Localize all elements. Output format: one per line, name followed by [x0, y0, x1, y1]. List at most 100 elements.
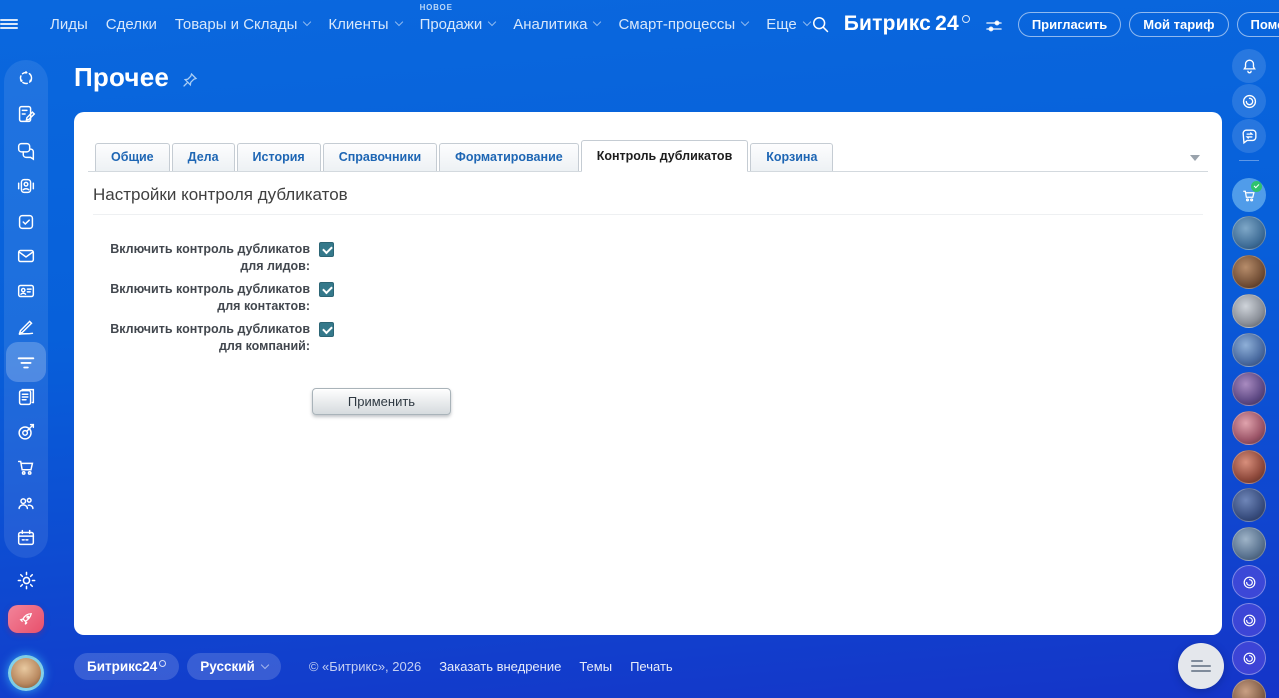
footer-link-implementation[interactable]: Заказать внедрение [439, 659, 561, 674]
nav-analytics[interactable]: Аналитика [513, 12, 600, 37]
leads-checkbox[interactable] [319, 242, 334, 257]
e-signature-icon[interactable] [14, 314, 38, 338]
main-menu-icon[interactable] [0, 17, 18, 31]
invite-button[interactable]: Пригласить [1018, 12, 1121, 37]
nav-label: Смарт-процессы [618, 16, 735, 33]
crm-card-icon[interactable] [14, 279, 38, 303]
tab-bar: Общие Дела История Справочники Форматиро… [88, 140, 1208, 172]
tab-recycle-bin[interactable]: Корзина [750, 143, 833, 171]
settings-card: Общие Дела История Справочники Форматиро… [74, 112, 1222, 635]
top-bar: Лиды Сделки Товары и Склады Клиенты НОВО… [0, 0, 1279, 48]
nav-more[interactable]: Еще [766, 12, 810, 37]
settings-gear-icon[interactable] [14, 568, 38, 592]
tab-activities[interactable]: Дела [172, 143, 235, 171]
active-chats-icon[interactable] [1232, 119, 1266, 153]
mail-icon[interactable] [14, 244, 38, 268]
form-row-leads: Включить контроль дубликатов для лидов: [74, 241, 1222, 275]
new-badge: НОВОЕ [420, 3, 453, 12]
check-badge-icon [1251, 181, 1262, 192]
tasks-icon[interactable] [14, 210, 38, 234]
avatar[interactable] [1232, 372, 1266, 406]
crm-funnel-icon[interactable] [14, 350, 38, 374]
nav-products[interactable]: Товары и Склады [175, 12, 311, 37]
topbar-right: Битрикс 24 Пригласить Мой тариф Помощь 1… [810, 12, 1279, 37]
nav-label: Клиенты [328, 16, 388, 33]
employees-icon[interactable] [14, 491, 38, 515]
copyright-text: © «Битрикс», 2026 [309, 659, 421, 674]
notifications-bell-icon[interactable] [1232, 49, 1266, 83]
nav-deals[interactable]: Сделки [106, 12, 157, 37]
tab-dictionaries[interactable]: Справочники [323, 143, 437, 171]
nav-label: Продажи [420, 16, 483, 33]
copilot-session-icon[interactable] [1232, 565, 1266, 599]
duplicate-control-form: Включить контроль дубликатов для лидов: … [74, 241, 1222, 415]
avatar[interactable] [1232, 411, 1266, 445]
footer-brand-label: Битрикс24 [87, 659, 157, 674]
logo-text: Битрикс [844, 12, 931, 36]
tab-general[interactable]: Общие [95, 143, 170, 171]
avatar[interactable] [1232, 488, 1266, 522]
nav-label: Аналитика [513, 16, 587, 33]
contacts-checkbox[interactable] [319, 282, 334, 297]
form-row-companies: Включить контроль дубликатов для компани… [74, 321, 1222, 355]
video-calls-icon[interactable] [14, 174, 38, 198]
market-cart-icon[interactable] [1232, 178, 1266, 212]
page-header: Прочее [74, 62, 199, 93]
sliders-icon[interactable] [986, 19, 1002, 33]
chevron-down-icon [394, 18, 402, 26]
copilot-session-icon[interactable] [1232, 641, 1266, 675]
chevron-down-icon [802, 18, 810, 26]
footer-link-print[interactable]: Печать [630, 659, 673, 674]
companies-checkbox[interactable] [319, 322, 334, 337]
avatar[interactable] [1232, 333, 1266, 367]
live-feed-icon[interactable] [14, 66, 38, 90]
registered-mark-icon [962, 15, 970, 23]
avatar[interactable] [1232, 294, 1266, 328]
messenger-icon[interactable] [14, 138, 38, 162]
upgrade-rocket-icon[interactable] [8, 605, 44, 633]
tab-history[interactable]: История [237, 143, 321, 171]
footer: Битрикс24 Русский © «Битрикс», 2026 Зака… [74, 653, 673, 680]
avatar[interactable] [1232, 255, 1266, 289]
left-rail [0, 48, 52, 698]
footer-link-themes[interactable]: Темы [579, 659, 612, 674]
pin-icon[interactable] [181, 71, 199, 89]
logo-number: 24 [935, 12, 959, 36]
tab-formatting[interactable]: Форматирование [439, 143, 579, 171]
online-store-icon[interactable] [14, 455, 38, 479]
chevron-down-icon [303, 18, 311, 26]
main-navigation: Лиды Сделки Товары и Склады Клиенты НОВО… [50, 12, 810, 37]
calendar-icon[interactable] [14, 526, 38, 550]
profile-avatar[interactable] [8, 655, 44, 691]
tabs-overflow-caret[interactable] [1190, 155, 1200, 161]
my-plan-button[interactable]: Мой тариф [1129, 12, 1228, 37]
language-label: Русский [200, 659, 255, 674]
tab-duplicate-control[interactable]: Контроль дубликатов [581, 140, 749, 172]
search-icon[interactable] [810, 14, 830, 34]
company-drive-icon[interactable] [14, 385, 38, 409]
language-selector[interactable]: Русский [187, 653, 281, 680]
nav-smart-processes[interactable]: Смарт-процессы [618, 12, 748, 37]
avatar[interactable] [1232, 450, 1266, 484]
form-row-contacts: Включить контроль дубликатов для контакт… [74, 281, 1222, 315]
copilot-icon[interactable] [1232, 84, 1266, 118]
divider [93, 214, 1203, 215]
avatar[interactable] [1232, 527, 1266, 561]
marketing-icon[interactable] [14, 420, 38, 444]
footer-brand[interactable]: Битрикс24 [74, 653, 179, 680]
section-title: Настройки контроля дубликатов [93, 185, 1203, 205]
bitrix24-logo[interactable]: Битрикс 24 [844, 12, 970, 36]
chevron-down-icon [593, 18, 601, 26]
registered-mark-icon [159, 660, 166, 667]
helper-menu-button[interactable] [1178, 643, 1224, 689]
avatar[interactable] [1232, 679, 1266, 698]
left-rail-strip [4, 60, 48, 558]
avatar[interactable] [1232, 216, 1266, 250]
apply-button[interactable]: Применить [312, 388, 451, 415]
news-edit-icon[interactable] [14, 102, 38, 126]
page-title: Прочее [74, 62, 169, 93]
copilot-session-icon[interactable] [1232, 603, 1266, 637]
nav-leads[interactable]: Лиды [50, 12, 88, 37]
nav-clients[interactable]: Клиенты [328, 12, 401, 37]
nav-sales[interactable]: НОВОЕПродажи [420, 12, 496, 37]
